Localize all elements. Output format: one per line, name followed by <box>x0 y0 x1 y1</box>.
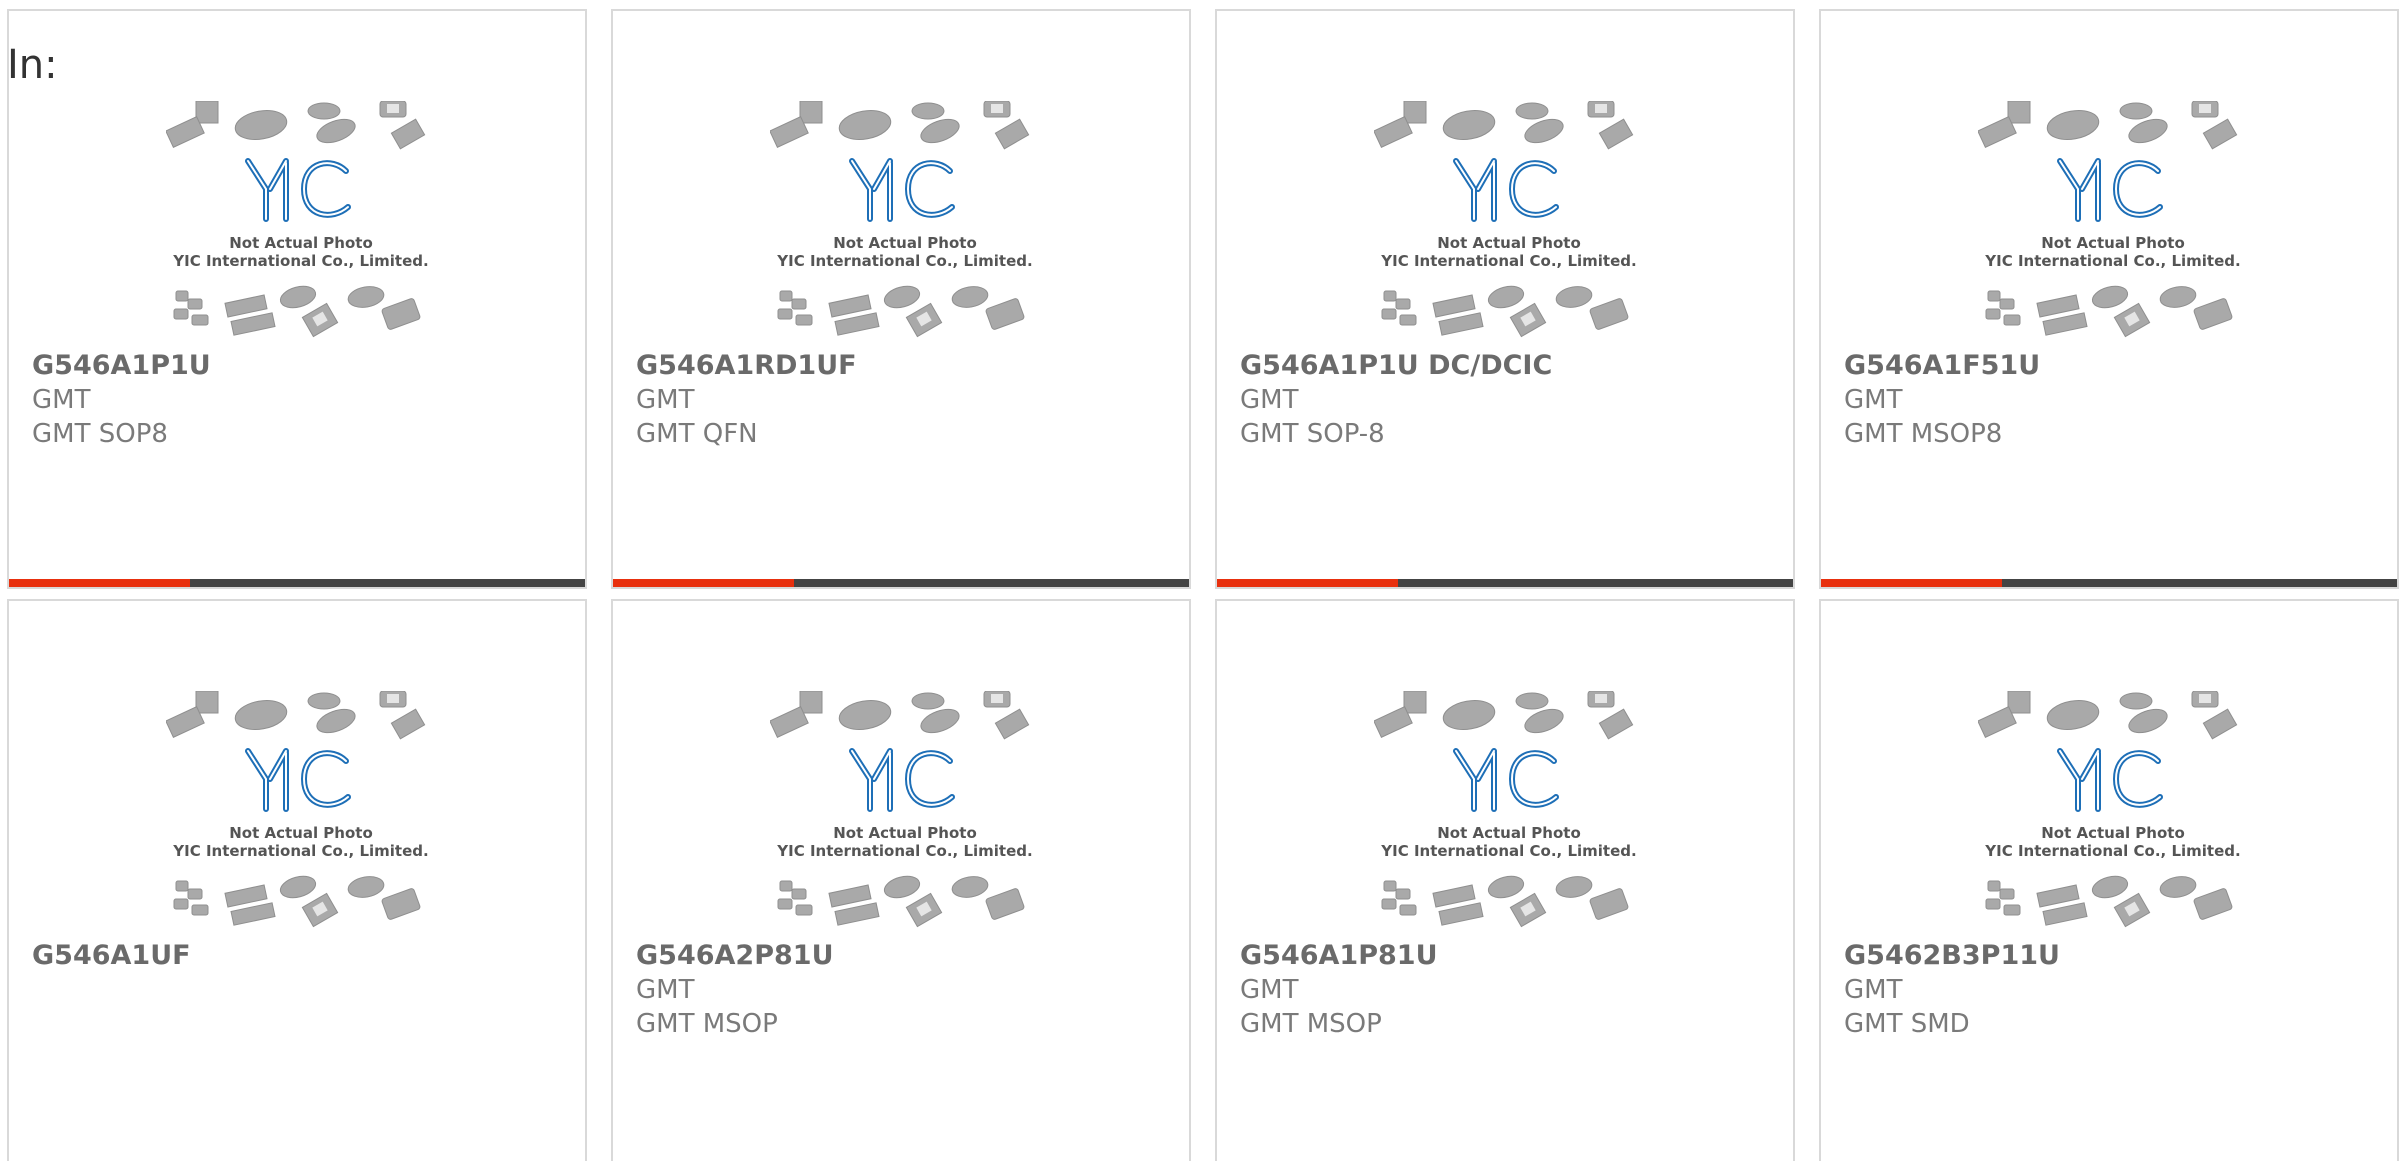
product-card[interactable]: Not Actual Photo YIC International Co., … <box>1215 9 1795 589</box>
card-progress-bar <box>1821 579 2397 587</box>
product-info: G546A1P81U GMT GMT MSOP <box>1240 939 1783 1041</box>
yic-logo <box>2057 748 2163 812</box>
part-number-link[interactable]: G546A1F51U <box>1844 349 2387 383</box>
placeholder-chip-image: Not Actual Photo YIC International Co., … <box>770 101 1033 338</box>
product-info: G546A2P81U GMT GMT MSOP <box>636 939 1179 1041</box>
product-results-page: In: Not Actual Photo YIC International C… <box>0 0 2400 1161</box>
product-card[interactable]: Not Actual Photo YIC International Co., … <box>7 9 587 589</box>
product-image[interactable]: Not Actual Photo YIC International Co., … <box>1978 101 2248 351</box>
placeholder-line1: Not Actual Photo <box>1437 824 1581 842</box>
placeholder-line1: Not Actual Photo <box>229 234 373 252</box>
card-progress-bar <box>613 579 1189 587</box>
placeholder-line2: YIC International Co., Limited. <box>172 252 428 270</box>
placeholder-line1: Not Actual Photo <box>833 234 977 252</box>
placeholder-line2: YIC International Co., Limited. <box>1984 252 2240 270</box>
package-label: GMT MSOP8 <box>1844 419 2003 449</box>
placeholder-chip-image: Not Actual Photo YIC International Co., … <box>166 691 429 928</box>
brand-label: GMT <box>1240 975 1299 1005</box>
placeholder-chip-image: Not Actual Photo YIC International Co., … <box>1978 101 2241 338</box>
yic-logo <box>245 158 351 222</box>
card-progress-fill <box>613 579 795 587</box>
product-info: G546A1P1U DC/DCIC GMT GMT SOP-8 <box>1240 349 1783 451</box>
placeholder-line2: YIC International Co., Limited. <box>776 252 1032 270</box>
package-label: GMT MSOP <box>636 1009 778 1039</box>
yic-logo <box>849 158 955 222</box>
part-number-link[interactable]: G546A1UF <box>32 939 575 973</box>
product-card[interactable]: Not Actual Photo YIC International Co., … <box>611 9 1191 589</box>
placeholder-chip-image: Not Actual Photo YIC International Co., … <box>166 101 429 338</box>
product-image[interactable]: Not Actual Photo YIC International Co., … <box>166 691 436 941</box>
product-info: G546A1F51U GMT GMT MSOP8 <box>1844 349 2387 451</box>
package-label: GMT SMD <box>1844 1009 1970 1039</box>
placeholder-line1: Not Actual Photo <box>2041 234 2185 252</box>
yic-logo <box>849 748 955 812</box>
product-grid: Not Actual Photo YIC International Co., … <box>7 9 2399 1161</box>
brand-label: GMT <box>1844 975 1903 1005</box>
brand-label: GMT <box>636 385 695 415</box>
product-info: G5462B3P11U GMT GMT SMD <box>1844 939 2387 1041</box>
placeholder-line1: Not Actual Photo <box>2041 824 2185 842</box>
card-progress-bar <box>1217 579 1793 587</box>
card-progress-bar <box>9 579 585 587</box>
product-image[interactable]: Not Actual Photo YIC International Co., … <box>1374 101 1644 351</box>
product-image[interactable]: Not Actual Photo YIC International Co., … <box>1374 691 1644 941</box>
placeholder-line2: YIC International Co., Limited. <box>172 842 428 860</box>
product-image[interactable]: Not Actual Photo YIC International Co., … <box>770 101 1040 351</box>
product-image[interactable]: Not Actual Photo YIC International Co., … <box>166 101 436 351</box>
yic-logo <box>2057 158 2163 222</box>
part-number-link[interactable]: G546A1P81U <box>1240 939 1783 973</box>
product-info: G546A1UF <box>32 939 575 973</box>
placeholder-line1: Not Actual Photo <box>1437 234 1581 252</box>
placeholder-line1: Not Actual Photo <box>833 824 977 842</box>
part-number-link[interactable]: G5462B3P11U <box>1844 939 2387 973</box>
yic-logo <box>1453 748 1559 812</box>
package-label: GMT SOP8 <box>32 419 168 449</box>
product-card[interactable]: Not Actual Photo YIC International Co., … <box>1819 599 2399 1161</box>
brand-label: GMT <box>32 385 91 415</box>
brand-label: GMT <box>1844 385 1903 415</box>
card-progress-fill <box>9 579 191 587</box>
yic-logo <box>1453 158 1559 222</box>
product-card[interactable]: Not Actual Photo YIC International Co., … <box>611 599 1191 1161</box>
part-number-link[interactable]: G546A1P1U DC/DCIC <box>1240 349 1783 383</box>
placeholder-line2: YIC International Co., Limited. <box>776 842 1032 860</box>
card-progress-fill <box>1821 579 2003 587</box>
product-info: G546A1RD1UF GMT GMT QFN <box>636 349 1179 451</box>
product-card[interactable]: Not Actual Photo YIC International Co., … <box>7 599 587 1161</box>
placeholder-chip-image: Not Actual Photo YIC International Co., … <box>770 691 1033 928</box>
placeholder-chip-image: Not Actual Photo YIC International Co., … <box>1374 691 1637 928</box>
placeholder-chip-image: Not Actual Photo YIC International Co., … <box>1978 691 2241 928</box>
part-number-link[interactable]: G546A1P1U <box>32 349 575 383</box>
package-label: GMT QFN <box>636 419 758 449</box>
card-progress-fill <box>1217 579 1399 587</box>
package-label: GMT SOP-8 <box>1240 419 1385 449</box>
product-card[interactable]: Not Actual Photo YIC International Co., … <box>1819 9 2399 589</box>
yic-logo <box>245 748 351 812</box>
placeholder-chip-image: Not Actual Photo YIC International Co., … <box>1374 101 1637 338</box>
placeholder-line2: YIC International Co., Limited. <box>1380 842 1636 860</box>
brand-label: GMT <box>1240 385 1299 415</box>
product-image[interactable]: Not Actual Photo YIC International Co., … <box>1978 691 2248 941</box>
product-card[interactable]: Not Actual Photo YIC International Co., … <box>1215 599 1795 1161</box>
product-info: G546A1P1U GMT GMT SOP8 <box>32 349 575 451</box>
package-label: GMT MSOP <box>1240 1009 1382 1039</box>
placeholder-line2: YIC International Co., Limited. <box>1984 842 2240 860</box>
part-number-link[interactable]: G546A2P81U <box>636 939 1179 973</box>
brand-label: GMT <box>636 975 695 1005</box>
product-image[interactable]: Not Actual Photo YIC International Co., … <box>770 691 1040 941</box>
placeholder-line1: Not Actual Photo <box>229 824 373 842</box>
part-number-link[interactable]: G546A1RD1UF <box>636 349 1179 383</box>
placeholder-line2: YIC International Co., Limited. <box>1380 252 1636 270</box>
in-label: In: <box>7 42 58 88</box>
